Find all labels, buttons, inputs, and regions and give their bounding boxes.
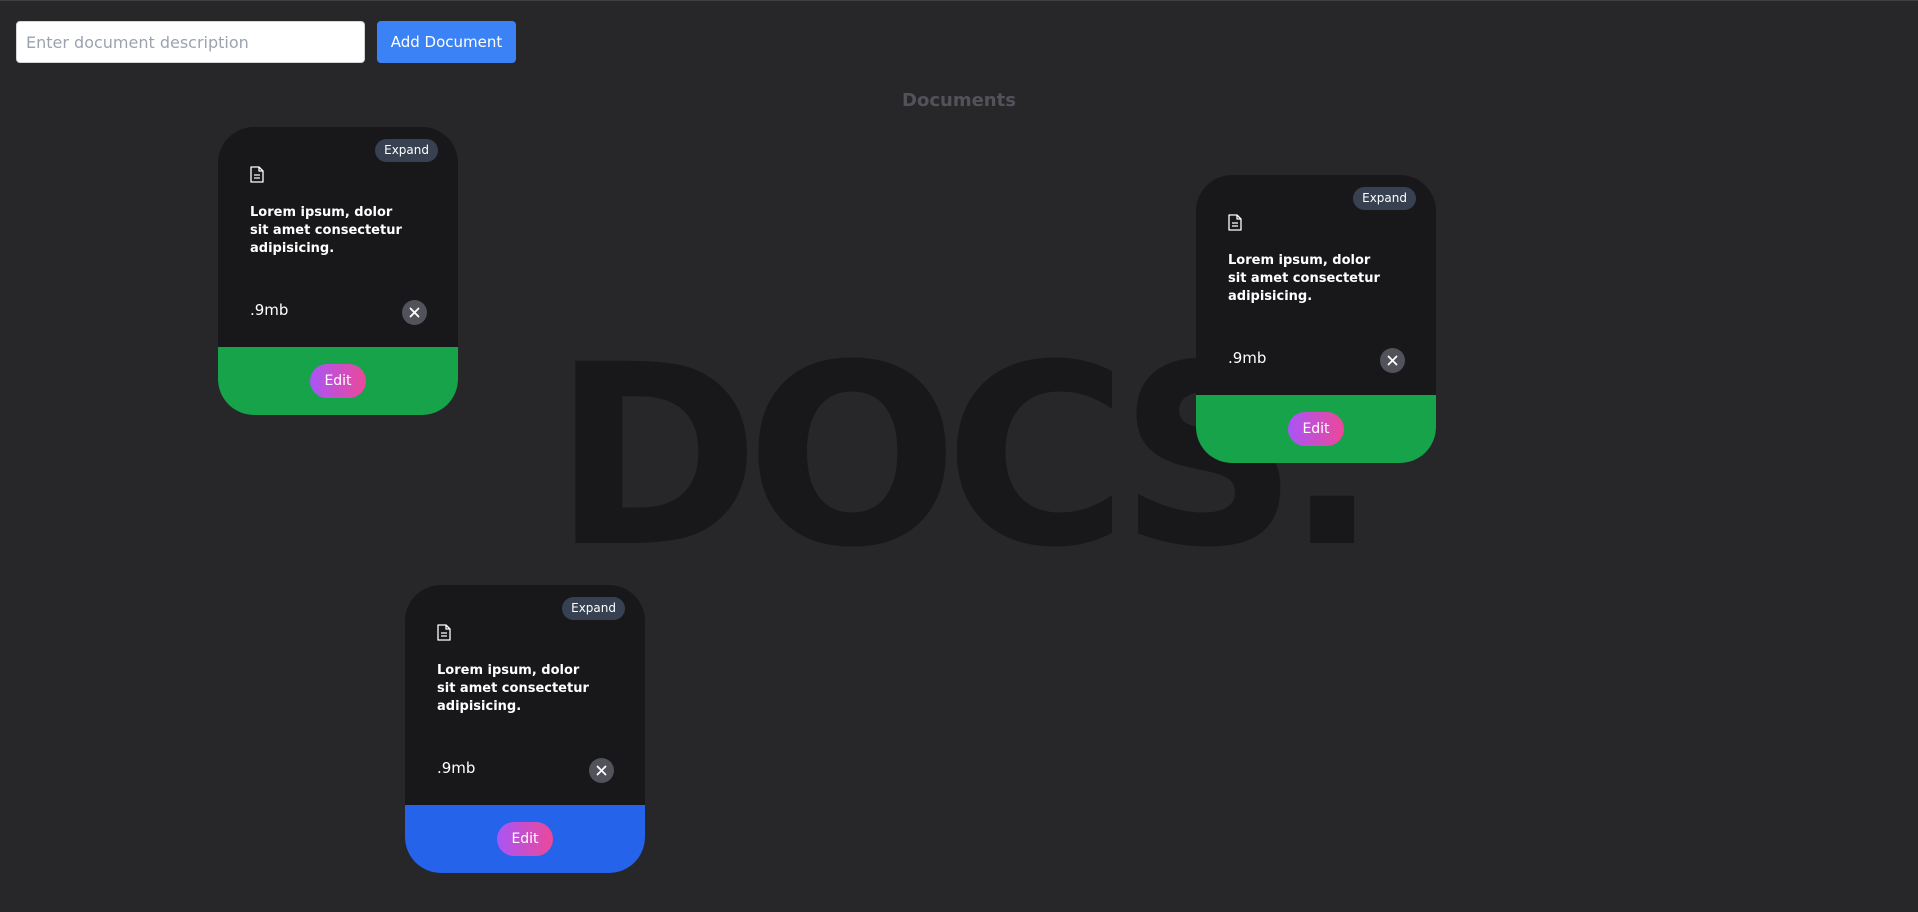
top-divider xyxy=(0,0,1918,1)
document-title: Lorem ipsum, dolor sit amet consectetur … xyxy=(1228,253,1380,304)
close-icon[interactable] xyxy=(589,758,614,783)
card-footer: Edit xyxy=(1196,395,1436,463)
edit-button[interactable]: Edit xyxy=(310,364,366,398)
document-icon xyxy=(437,624,451,641)
expand-button[interactable]: Expand xyxy=(375,139,438,162)
file-size: .9mb xyxy=(250,301,289,319)
close-icon[interactable] xyxy=(402,300,427,325)
document-title: Lorem ipsum, dolor sit amet consectetur … xyxy=(250,205,402,256)
document-title: Lorem ipsum, dolor sit amet consectetur … xyxy=(437,663,589,714)
add-document-button[interactable]: Add Document xyxy=(377,21,516,63)
card-footer: Edit xyxy=(218,347,458,415)
section-title: Documents xyxy=(902,90,1016,111)
document-icon xyxy=(1228,214,1242,231)
file-size: .9mb xyxy=(437,759,476,777)
document-card: Expand Lorem ipsum, dolor sit amet conse… xyxy=(218,127,458,415)
document-card: Expand Lorem ipsum, dolor sit amet conse… xyxy=(405,585,645,873)
close-icon[interactable] xyxy=(1380,348,1405,373)
card-footer: Edit xyxy=(405,805,645,873)
document-description-input[interactable] xyxy=(16,21,365,63)
expand-button[interactable]: Expand xyxy=(1353,187,1416,210)
file-size: .9mb xyxy=(1228,349,1267,367)
document-card: Expand Lorem ipsum, dolor sit amet conse… xyxy=(1196,175,1436,463)
edit-button[interactable]: Edit xyxy=(1288,412,1344,446)
document-icon xyxy=(250,166,264,183)
edit-button[interactable]: Edit xyxy=(497,822,553,856)
expand-button[interactable]: Expand xyxy=(562,597,625,620)
